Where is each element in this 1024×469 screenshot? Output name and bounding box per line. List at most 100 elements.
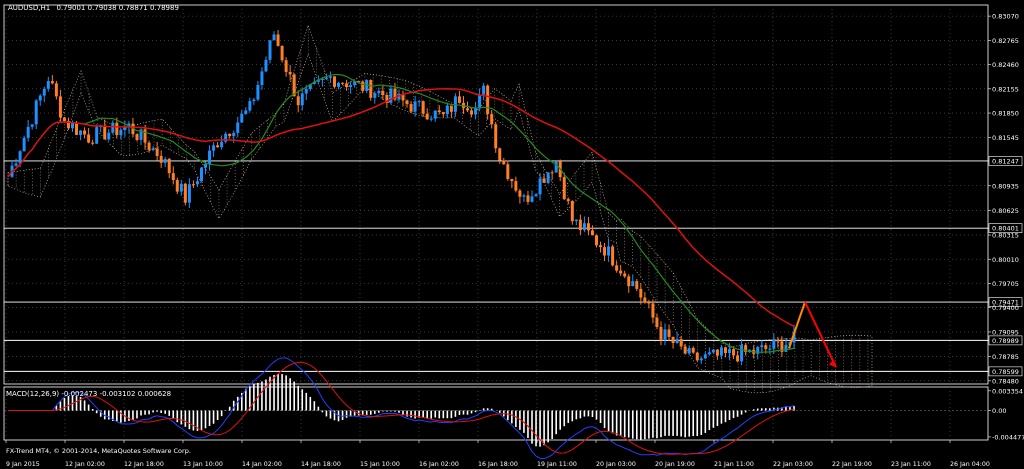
y-tick-label: 0.79400: [992, 304, 1019, 312]
x-tick-label: 20 Jan 19:00: [655, 461, 695, 468]
y-tick-label: 0.81545: [992, 134, 1019, 142]
bear-candle: [91, 142, 95, 144]
bear-candle: [586, 223, 590, 231]
bull-candle: [232, 132, 236, 137]
bear-candle: [514, 181, 518, 191]
bear-candle: [723, 347, 727, 354]
forecast-down-segment: [804, 301, 837, 368]
bull-candle: [474, 108, 478, 115]
y-tick-label: 0.80010: [992, 256, 1019, 264]
bear-candle: [671, 336, 675, 344]
bear-candle: [691, 347, 695, 353]
bear-candle: [494, 124, 498, 149]
bull-candle: [119, 130, 123, 136]
bull-candle: [703, 354, 707, 359]
bear-candle: [276, 34, 280, 46]
bear-candle: [175, 180, 179, 192]
bull-candle: [478, 94, 482, 109]
y-tick-label: 0.81247: [992, 157, 1019, 165]
bear-candle: [155, 148, 159, 156]
bear-candle: [566, 199, 570, 201]
bull-candle: [179, 183, 183, 192]
moving-averages: [7, 73, 795, 353]
bear-candle: [619, 270, 623, 274]
bull-candle: [675, 339, 679, 344]
x-tick-label: 21 Jan 11:00: [714, 461, 754, 468]
bull-candle: [212, 145, 216, 151]
bear-candle: [502, 160, 506, 165]
bull-candle: [300, 93, 304, 106]
symbol-label: AUDUSD,H1: [8, 4, 50, 12]
bear-candle: [216, 145, 220, 148]
bull-candle: [26, 126, 30, 138]
bear-candle: [421, 101, 425, 114]
bear-candle: [578, 219, 582, 231]
bear-candle: [603, 247, 607, 256]
bull-candle: [111, 122, 115, 133]
bull-candle: [38, 95, 42, 101]
bear-candle: [143, 129, 147, 143]
bull-candle: [711, 349, 715, 353]
bear-candle: [191, 184, 195, 186]
bear-candle: [183, 183, 187, 203]
y-tick-label: 0.79705: [992, 280, 1019, 288]
bull-candle: [760, 345, 764, 348]
horizontal-levels: [4, 160, 988, 372]
bear-candle: [611, 246, 615, 266]
y-tick-label: 0.80625: [992, 207, 1019, 215]
bull-candle: [95, 127, 99, 144]
x-tick-label: 14 Jan 18:00: [301, 461, 341, 468]
bear-candle: [361, 81, 365, 91]
bull-candle: [574, 219, 578, 222]
bull-candle: [719, 347, 723, 356]
bear-candle: [715, 349, 719, 356]
bear-candle: [615, 265, 619, 271]
bear-candle: [425, 113, 429, 120]
bear-candle: [381, 90, 385, 96]
bear-candle: [288, 71, 292, 75]
trading-chart: 0.83070 0.82765 0.82460 0.82155 0.81850 0.815…: [3, 4, 1024, 468]
bull-candle: [304, 88, 308, 94]
x-tick-label: 15 Jan 10:00: [360, 461, 400, 468]
bull-candle: [272, 34, 276, 41]
bear-candle: [599, 245, 603, 248]
bull-candle: [337, 82, 341, 87]
bull-candle: [79, 130, 83, 135]
bear-candle: [639, 288, 643, 298]
bear-candle: [506, 164, 510, 179]
price-axis: 0.83070 0.82765 0.82460 0.82155 0.81850 0.815…: [988, 13, 1023, 385]
bear-candle: [486, 85, 490, 115]
bull-candle: [220, 141, 224, 148]
y-tick-label: 0.83070: [992, 13, 1019, 21]
symbol-header: AUDUSD,H1 0.79001 0.79038 0.78871 0.7898…: [8, 4, 179, 12]
signal-line: [8, 361, 795, 455]
bear-candle: [470, 110, 474, 115]
bull-candle: [534, 194, 538, 197]
bull-candle: [687, 347, 691, 354]
bull-candle: [163, 158, 167, 163]
bull-candle: [107, 132, 111, 140]
bull-candle: [46, 81, 50, 89]
bear-candle: [54, 83, 58, 97]
bear-candle: [75, 123, 79, 135]
bear-candle: [405, 100, 409, 105]
y-tick-label: 0.78785: [992, 353, 1019, 361]
bull-candle: [417, 101, 421, 103]
bear-candle: [776, 339, 780, 342]
bear-candle: [409, 104, 413, 112]
bear-candle: [732, 349, 736, 356]
bull-candle: [256, 85, 260, 100]
bear-candle: [171, 173, 175, 181]
x-tick-label: 12 Jan 02:00: [65, 461, 105, 468]
bull-candle: [42, 88, 46, 96]
x-tick-label: 19 Jan 11:00: [537, 461, 577, 468]
bear-candle: [683, 346, 687, 354]
bull-candle: [429, 118, 433, 120]
ichimoku-cloud: [7, 24, 873, 394]
bear-candle: [449, 105, 453, 112]
bull-candle: [264, 59, 268, 72]
bear-candle: [58, 96, 62, 118]
bull-candle: [34, 100, 38, 125]
bull-candle: [240, 113, 244, 123]
bear-candle: [103, 125, 107, 140]
